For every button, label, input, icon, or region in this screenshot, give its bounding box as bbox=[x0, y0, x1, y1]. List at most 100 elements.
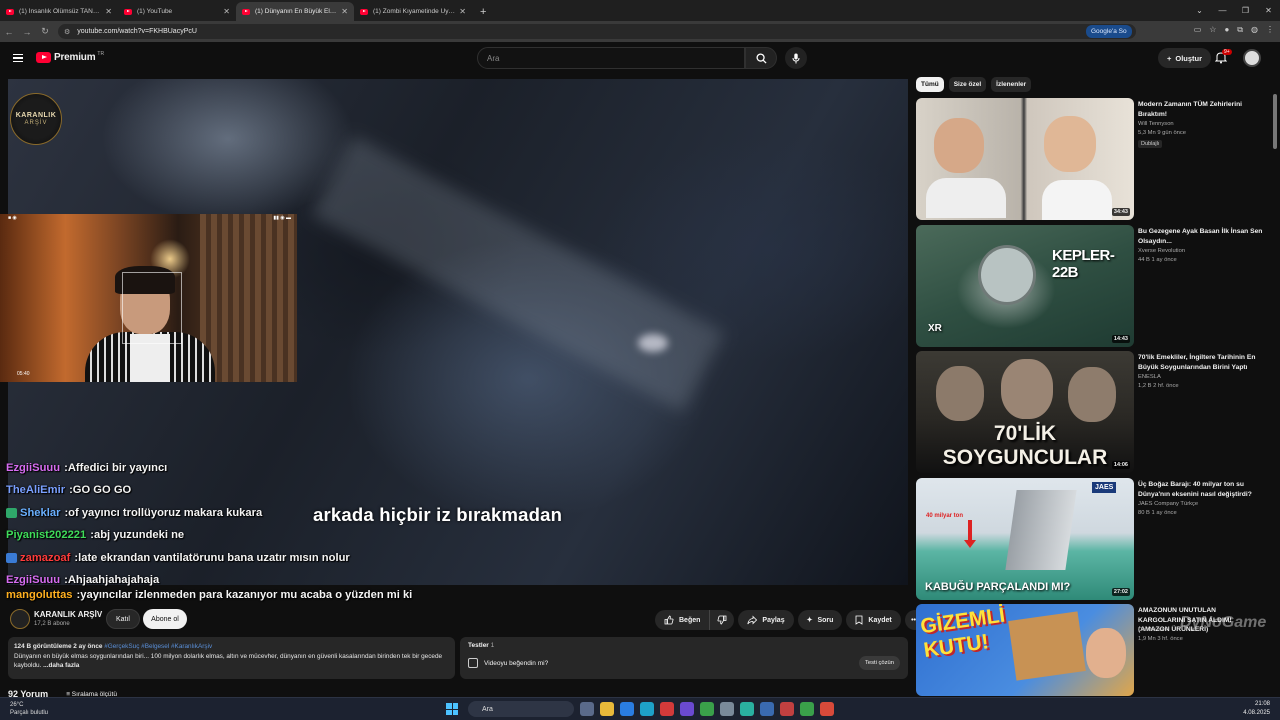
thumbs-down-icon bbox=[717, 615, 727, 625]
quiz-panel: Testler 1 Videoyu beğendin mi? Testi çöz… bbox=[460, 637, 908, 679]
channel-name[interactable]: KARANLIK ARŞİV bbox=[34, 610, 102, 619]
search-button[interactable] bbox=[745, 47, 777, 69]
windows-start-icon[interactable] bbox=[446, 703, 458, 715]
new-tab-icon[interactable]: + bbox=[472, 6, 494, 21]
video-thumbnail[interactable]: 70'LİK SOYGUNCULAR 14:06 bbox=[916, 351, 1134, 473]
app-icon[interactable] bbox=[780, 702, 794, 716]
video-title[interactable]: Bu Gezegene Ayak Basan İlk İnsan Sen Ols… bbox=[1138, 227, 1263, 246]
reload-icon[interactable]: ↻ bbox=[36, 26, 54, 37]
google-lens-button[interactable]: Google'a So bbox=[1086, 25, 1132, 38]
chat-username: Piyanist202221 bbox=[6, 529, 87, 542]
recommended-video[interactable]: 70'LİK SOYGUNCULAR 14:06 70'lik Emeklile… bbox=[916, 351, 1266, 473]
browser-tab[interactable]: (1) Zombi Kıyametinde Uyanan Adam ✕ bbox=[354, 2, 472, 21]
tab-search-icon[interactable]: ⌄ bbox=[1188, 6, 1211, 15]
recommended-video[interactable]: KEPLER-22B XR 14:43 Bu Gezegene Ayak Bas… bbox=[916, 225, 1266, 347]
chat-username: mangoluttas bbox=[6, 589, 73, 602]
site-info-icon[interactable]: ⚙ bbox=[64, 28, 70, 36]
edge-icon[interactable] bbox=[640, 702, 654, 716]
quiz-question: Videoyu beğendin mi? bbox=[484, 659, 549, 667]
hamburger-menu-icon[interactable] bbox=[13, 54, 23, 62]
bookmark-star-icon[interactable]: ☆ bbox=[1209, 25, 1216, 35]
chip-for-you[interactable]: Size özel bbox=[948, 77, 987, 92]
page-scrollbar[interactable] bbox=[1272, 76, 1278, 696]
app-icon[interactable] bbox=[820, 702, 834, 716]
app-icon[interactable] bbox=[740, 702, 754, 716]
subscribe-button[interactable]: Abone ol bbox=[143, 609, 187, 629]
face-tracking-box bbox=[122, 272, 182, 344]
dislike-button[interactable] bbox=[710, 610, 735, 630]
forward-icon[interactable]: → bbox=[18, 27, 36, 37]
voice-search-button[interactable] bbox=[785, 47, 807, 69]
filter-chips: Tümü Size özel İzlenenler bbox=[916, 77, 1032, 92]
app-icon[interactable] bbox=[660, 702, 674, 716]
video-thumbnail[interactable]: 34:43 bbox=[916, 98, 1134, 220]
tab-close-icon[interactable]: ✕ bbox=[459, 7, 466, 16]
save-button[interactable]: Kaydet bbox=[846, 610, 901, 630]
tab-close-icon[interactable]: ✕ bbox=[223, 7, 230, 16]
weather-widget[interactable]: 26°C Parçalı bulutlu bbox=[10, 701, 48, 717]
video-title[interactable]: Modern Zamanın TÜM Zehirlerini Bıraktım! bbox=[1138, 100, 1263, 119]
scrollbar-thumb[interactable] bbox=[1273, 94, 1277, 149]
maximize-icon[interactable]: ❐ bbox=[1234, 6, 1257, 15]
chip-all[interactable]: Tümü bbox=[916, 77, 944, 92]
taskbar-search[interactable]: Ara bbox=[468, 701, 574, 717]
video-title[interactable]: Üç Boğaz Barajı: 40 milyar ton su Dünya'… bbox=[1138, 480, 1263, 499]
minimize-icon[interactable]: — bbox=[1211, 6, 1234, 15]
chat-text: late ekrandan vantilatörunu bana uzatır … bbox=[78, 551, 350, 564]
extensions-puzzle-icon[interactable]: ⧉ bbox=[1237, 25, 1243, 35]
browser-menu-icon[interactable]: ⋮ bbox=[1266, 25, 1274, 35]
tab-close-icon[interactable]: ✕ bbox=[105, 7, 112, 16]
join-button[interactable]: Katıl bbox=[106, 609, 140, 629]
like-button[interactable]: Beğen bbox=[655, 610, 711, 630]
channel-avatar[interactable] bbox=[10, 609, 30, 629]
chat-badge-icon bbox=[6, 552, 17, 563]
search-input[interactable]: Ara bbox=[477, 47, 745, 69]
close-window-icon[interactable]: ✕ bbox=[1257, 6, 1280, 15]
share-button[interactable]: Paylaş bbox=[738, 610, 794, 630]
browser-tab-strip: (1) İnsanlık Ölümsüz TANRI Krallığı ✕ (1… bbox=[0, 0, 1280, 21]
back-icon[interactable]: ← bbox=[0, 27, 18, 37]
chip-watched[interactable]: İzlenenler bbox=[991, 77, 1032, 92]
app-icon[interactable] bbox=[680, 702, 694, 716]
mail-icon[interactable] bbox=[620, 702, 634, 716]
chrome-icon[interactable] bbox=[700, 702, 714, 716]
steam-icon[interactable] bbox=[760, 702, 774, 716]
recommended-video[interactable]: 34:43 Modern Zamanın TÜM Zehirlerini Bır… bbox=[916, 98, 1266, 220]
thumbnail-caption: GİZEMLİ KUTU! bbox=[919, 604, 1015, 664]
app-icon[interactable] bbox=[720, 702, 734, 716]
description-box[interactable]: 124 B görüntüleme 2 ay önce #GerçekSuç #… bbox=[8, 637, 455, 679]
system-clock[interactable]: 21:08 4.08.2025 bbox=[1243, 700, 1270, 717]
cast-icon[interactable]: ▭ bbox=[1194, 25, 1202, 35]
create-button[interactable]: + Oluştur bbox=[1158, 48, 1212, 68]
video-thumbnail[interactable]: GİZEMLİ KUTU! bbox=[916, 604, 1134, 696]
show-more-link[interactable]: ...daha fazla bbox=[43, 662, 79, 669]
youtube-premium-logo[interactable]: Premium TR bbox=[36, 51, 104, 63]
profile-icon[interactable]: ◍ bbox=[1251, 25, 1258, 35]
address-bar[interactable]: ⚙ youtube.com/watch?v=FKHBUacyPcU bbox=[58, 24, 1136, 39]
tab-close-icon[interactable]: ✕ bbox=[341, 7, 348, 16]
take-quiz-button[interactable]: Testi çözün bbox=[859, 656, 900, 670]
task-view-icon[interactable] bbox=[580, 702, 594, 716]
browser-tab-active[interactable]: (1) Dünyanın En Büyük Elmas Soygunu ✕ bbox=[236, 2, 354, 21]
video-title[interactable]: 70'lik Emekliler, İngiltere Tarihinin En… bbox=[1138, 353, 1263, 372]
video-thumbnail[interactable]: 40 milyar ton JAES KABUĞU PARÇALANDI MI?… bbox=[916, 478, 1134, 600]
account-avatar[interactable] bbox=[1243, 49, 1261, 67]
extension-icon[interactable]: ● bbox=[1224, 25, 1229, 35]
like-label: Beğen bbox=[679, 616, 701, 624]
tab-title: (1) Dünyanın En Büyük Elmas Soygunu bbox=[255, 8, 337, 15]
cardboard-box bbox=[1008, 611, 1086, 681]
hashtags[interactable]: #GerçekSuç #Belgesel #KaranlıkArşiv bbox=[104, 643, 212, 650]
browser-tab[interactable]: (1) İnsanlık Ölümsüz TANRI Krallığı ✕ bbox=[0, 2, 118, 21]
chrome-icon[interactable] bbox=[800, 702, 814, 716]
video-duration: 14:06 bbox=[1111, 461, 1130, 469]
chat-username: zamazoaf bbox=[20, 551, 71, 564]
file-explorer-icon[interactable] bbox=[600, 702, 614, 716]
browser-tab[interactable]: (1) YouTube ✕ bbox=[118, 2, 236, 21]
recommended-video[interactable]: 40 milyar ton JAES KABUĞU PARÇALANDI MI?… bbox=[916, 478, 1266, 600]
video-thumbnail[interactable]: KEPLER-22B XR 14:43 bbox=[916, 225, 1134, 347]
person-face bbox=[1001, 359, 1053, 419]
search-icon bbox=[755, 52, 767, 64]
thumbnail-text: KABUĞU PARÇALANDI MI? bbox=[925, 581, 1071, 593]
thumbnail-corner-text: XR bbox=[928, 323, 942, 334]
ask-button[interactable]: ✦ Soru bbox=[797, 610, 843, 630]
